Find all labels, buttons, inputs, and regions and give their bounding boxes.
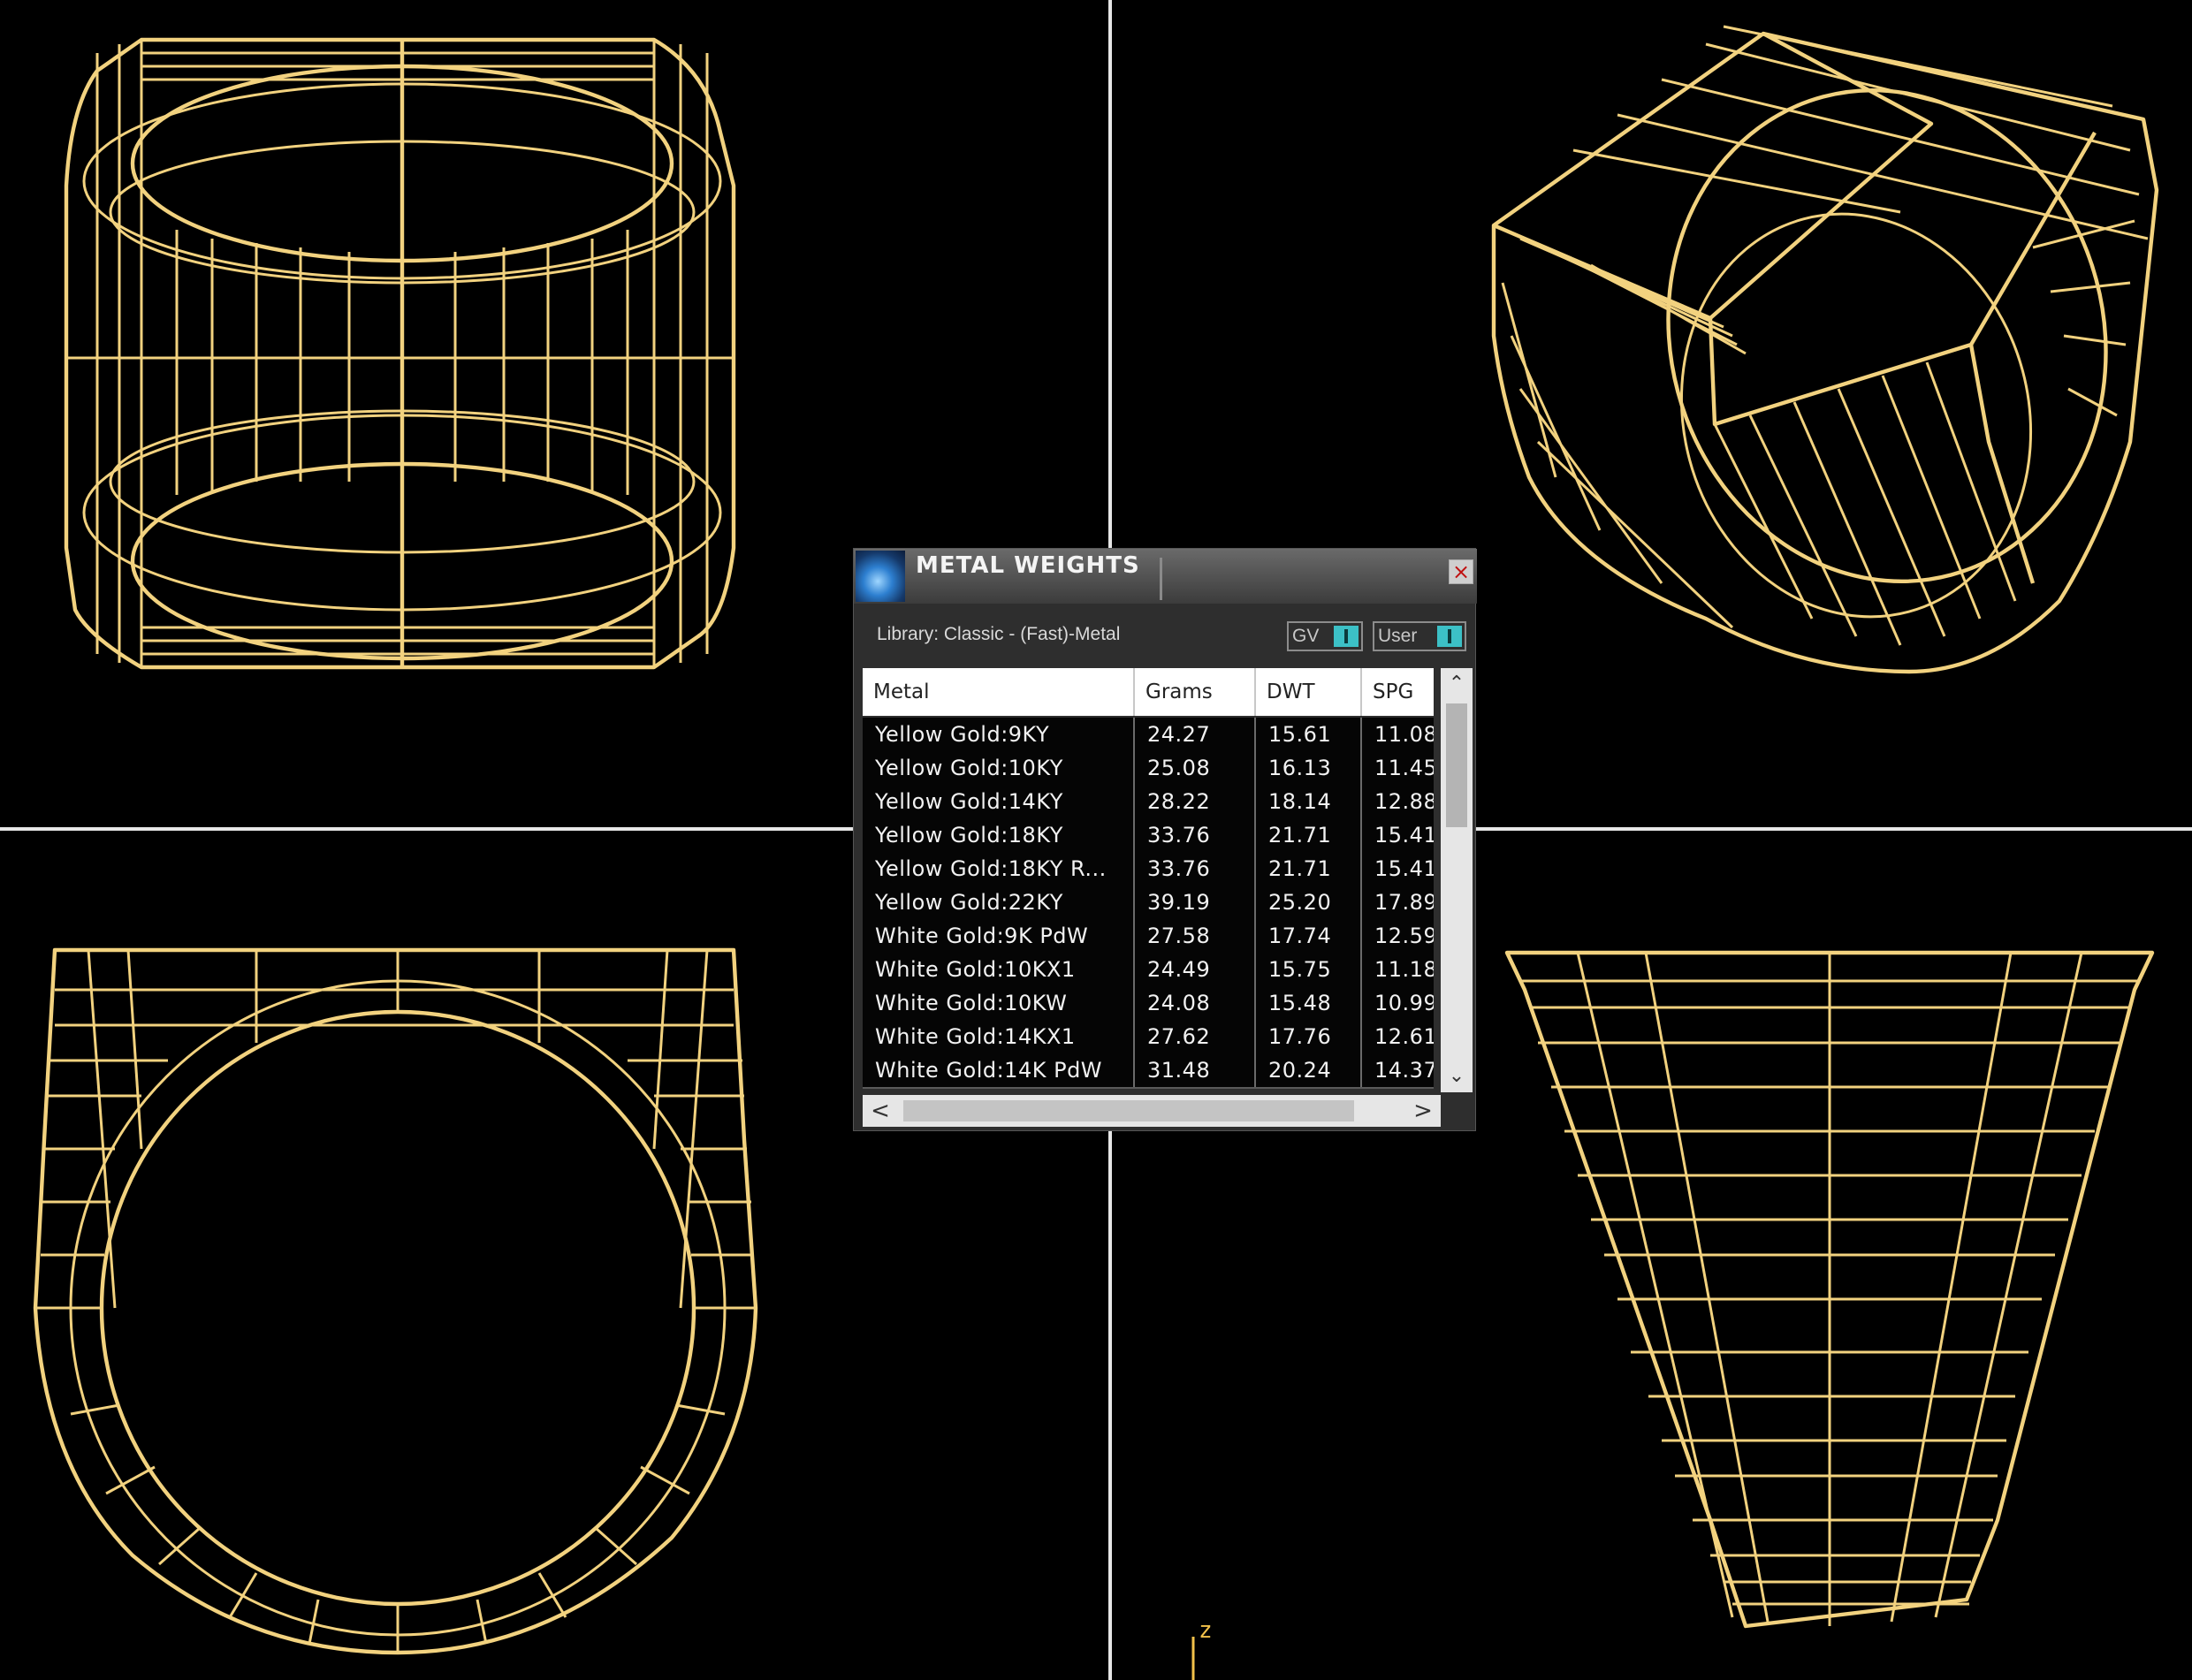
table-cell-dwt: 17.74: [1256, 919, 1362, 953]
table-cell-grams: 27.62: [1135, 1020, 1256, 1053]
table-cell-spg: 15.41: [1362, 852, 1434, 886]
table-cell-metal: White Gold:10KW: [863, 986, 1135, 1020]
table-cell-grams: 24.27: [1135, 718, 1256, 751]
column-header-grams[interactable]: Grams: [1135, 668, 1256, 716]
z-axis-label: z: [1199, 1617, 1213, 1644]
table-cell-spg: 14.37: [1362, 1053, 1434, 1087]
horizontal-scrollbar[interactable]: < >: [863, 1095, 1441, 1127]
table-cell-metal: Yellow Gold:10KY: [863, 751, 1135, 785]
wireframe-side-view[interactable]: [33, 947, 758, 1655]
table-cell-grams: 25.08: [1135, 751, 1256, 785]
gv-toggle-label: GV: [1292, 626, 1320, 646]
wireframe-top-view[interactable]: [1504, 950, 2155, 1629]
table-row[interactable]: Yellow Gold:9KY 24.27 15.61 11.08: [863, 718, 1434, 753]
table-cell-dwt: 18.14: [1256, 785, 1362, 818]
dialog-title-bar[interactable]: METAL WEIGHTS ×: [854, 549, 1477, 604]
table-cell-spg: 11.08: [1362, 718, 1434, 751]
table-row[interactable]: Yellow Gold:14KY 28.22 18.14 12.88: [863, 785, 1434, 820]
column-header-spg[interactable]: SPG: [1362, 668, 1434, 716]
table-cell-dwt: 17.76: [1256, 1020, 1362, 1053]
table-cell-spg: 10.99: [1362, 986, 1434, 1020]
table-cell-dwt: 21.71: [1256, 818, 1362, 852]
table-cell-dwt: 21.71: [1256, 852, 1362, 886]
table-cell-metal: Yellow Gold:18KY: [863, 818, 1135, 852]
table-row[interactable]: White Gold:9K PdW 27.58 17.74 12.59: [863, 919, 1434, 954]
table-cell-metal: Yellow Gold:18KY R...: [863, 852, 1135, 886]
column-header-metal[interactable]: Metal: [863, 668, 1135, 716]
table-row[interactable]: White Gold:14K PdW 31.48 20.24 14.37: [863, 1053, 1434, 1089]
table-cell-dwt: 15.75: [1256, 953, 1362, 986]
wireframe-front-view[interactable]: [64, 37, 736, 670]
scroll-left-icon[interactable]: <: [863, 1095, 898, 1127]
scroll-down-icon[interactable]: ⌄: [1441, 1060, 1473, 1092]
table-cell-dwt: 25.20: [1256, 886, 1362, 919]
table-cell-metal: White Gold:10KX1: [863, 953, 1135, 986]
table-cell-grams: 24.49: [1135, 953, 1256, 986]
table-cell-dwt: 15.61: [1256, 718, 1362, 751]
metal-weights-table[interactable]: Metal Grams DWT SPG Yellow Gold:9KY 24.27…: [863, 668, 1434, 1092]
table-cell-metal: Yellow Gold:22KY: [863, 886, 1135, 919]
table-cell-grams: 39.19: [1135, 886, 1256, 919]
table-cell-spg: 12.61: [1362, 1020, 1434, 1053]
table-row[interactable]: White Gold:10KW 24.08 15.48 10.99: [863, 986, 1434, 1022]
table-row[interactable]: Yellow Gold:18KY R... 33.76 21.71 15.41: [863, 852, 1434, 887]
scroll-right-icon[interactable]: >: [1405, 1095, 1441, 1127]
dialog-title: METAL WEIGHTS: [916, 552, 1140, 579]
table-cell-grams: 28.22: [1135, 785, 1256, 818]
table-cell-spg: 11.18: [1362, 953, 1434, 986]
table-cell-dwt: 16.13: [1256, 751, 1362, 785]
table-cell-metal: White Gold:9K PdW: [863, 919, 1135, 953]
toggle-switch-icon[interactable]: [1437, 626, 1462, 647]
table-cell-metal: Yellow Gold:14KY: [863, 785, 1135, 818]
toggle-switch-icon[interactable]: [1334, 626, 1359, 647]
table-cell-spg: 12.59: [1362, 919, 1434, 953]
gv-toggle[interactable]: GV: [1287, 621, 1363, 651]
close-icon[interactable]: ×: [1449, 559, 1473, 584]
table-row[interactable]: Yellow Gold:10KY 25.08 16.13 11.45: [863, 751, 1434, 787]
table-row[interactable]: Yellow Gold:18KY 33.76 21.71 15.41: [863, 818, 1434, 854]
table-header: Metal Grams DWT SPG: [863, 668, 1434, 716]
table-row[interactable]: White Gold:10KX1 24.49 15.75 11.18: [863, 953, 1434, 988]
user-toggle[interactable]: User: [1373, 621, 1466, 651]
table-cell-spg: 17.89: [1362, 886, 1434, 919]
table-row[interactable]: Yellow Gold:22KY 39.19 25.20 17.89: [863, 886, 1434, 921]
metal-weights-dialog[interactable]: METAL WEIGHTS × Library: Classic - (Fast…: [853, 548, 1477, 1131]
table-cell-metal: White Gold:14KX1: [863, 1020, 1135, 1053]
app-logo-icon: [856, 551, 905, 602]
wireframe-perspective-view[interactable]: [1491, 25, 2160, 674]
table-cell-grams: 33.76: [1135, 852, 1256, 886]
table-cell-spg: 15.41: [1362, 818, 1434, 852]
table-cell-grams: 33.76: [1135, 818, 1256, 852]
table-cell-grams: 27.58: [1135, 919, 1256, 953]
column-header-dwt[interactable]: DWT: [1256, 668, 1362, 716]
table-row[interactable]: White Gold:14KX1 27.62 17.76 12.61: [863, 1020, 1434, 1055]
table-cell-spg: 11.45: [1362, 751, 1434, 785]
user-toggle-label: User: [1378, 626, 1418, 646]
table-cell-dwt: 15.48: [1256, 986, 1362, 1020]
vertical-scroll-thumb[interactable]: [1446, 703, 1467, 827]
table-cell-dwt: 20.24: [1256, 1053, 1362, 1087]
table-cell-grams: 24.08: [1135, 986, 1256, 1020]
table-cell-spg: 12.88: [1362, 785, 1434, 818]
table-cell-metal: White Gold:14K PdW: [863, 1053, 1135, 1087]
library-label: Library: Classic - (Fast)-Metal: [877, 624, 1121, 644]
title-separator: [1160, 558, 1162, 600]
scroll-up-icon[interactable]: ⌃: [1441, 668, 1473, 700]
table-cell-metal: Yellow Gold:9KY: [863, 718, 1135, 751]
vertical-scrollbar[interactable]: ⌃ ⌄: [1441, 668, 1473, 1092]
table-cell-grams: 31.48: [1135, 1053, 1256, 1087]
horizontal-scroll-thumb[interactable]: [903, 1100, 1354, 1121]
